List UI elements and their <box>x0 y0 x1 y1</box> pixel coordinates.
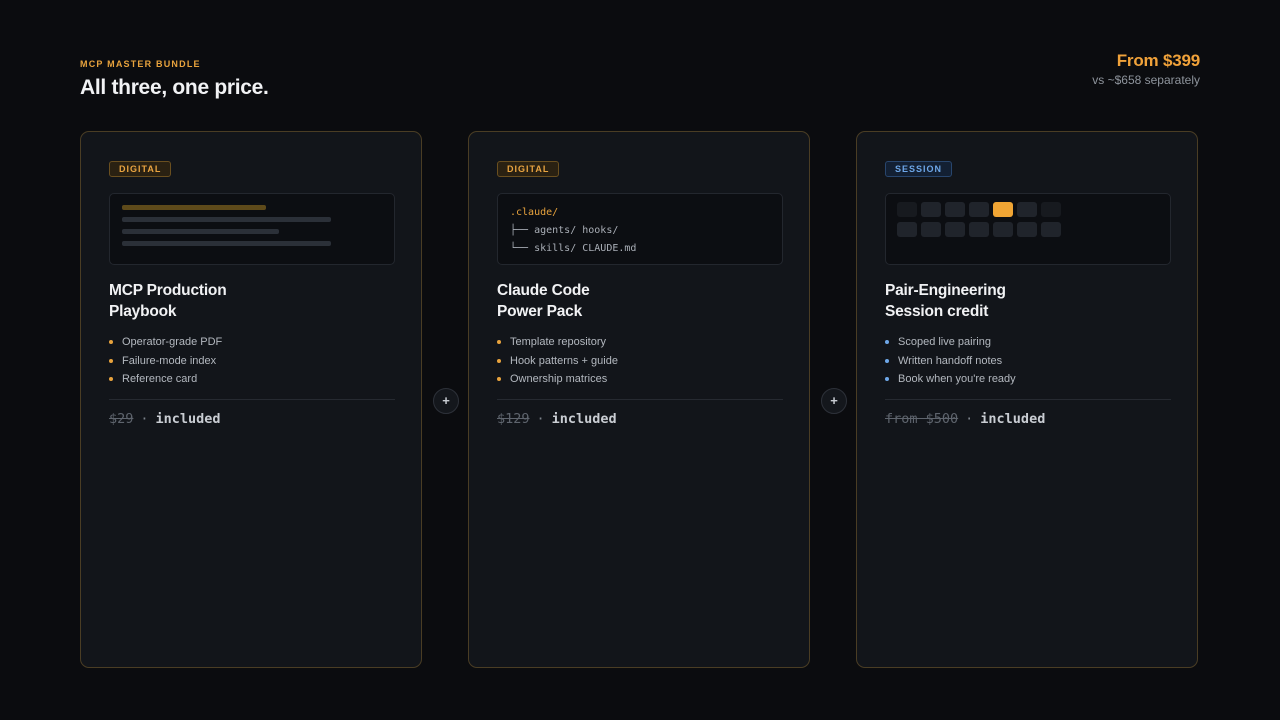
feature-label: Reference card <box>122 373 198 385</box>
bundle-price-block: From $399 vs ~$658 separately <box>1092 51 1200 87</box>
feature-label: Scoped live pairing <box>898 336 991 348</box>
calendar-slot <box>921 202 941 217</box>
calendar-slot <box>921 222 941 237</box>
feature-label: Ownership matrices <box>510 373 608 385</box>
preview-text-line <box>122 241 331 246</box>
feature-label: Failure-mode index <box>122 354 217 367</box>
plus-icon: + <box>821 388 847 414</box>
file-tree-line: ├── agents/ hooks/ <box>510 225 619 236</box>
list-item: Template repository <box>497 333 618 352</box>
original-price: from $500 <box>885 411 959 427</box>
calendar-slot-selected <box>993 202 1013 217</box>
bullet-dot-icon <box>885 340 889 344</box>
feature-label: Book when you're ready <box>898 373 1016 385</box>
file-tree-line: └── skills/ CLAUDE.md <box>510 243 637 254</box>
calendar-slot <box>969 222 989 237</box>
calendar-slot <box>897 202 917 217</box>
product-price: from $500 · included <box>885 411 1045 427</box>
product-title-line: Pair-Engineering <box>885 282 1006 299</box>
bundle-price: From $399 <box>1116 51 1200 70</box>
included-label: included <box>980 411 1046 427</box>
calendar-slot <box>945 222 965 237</box>
price-separator: · <box>965 411 974 427</box>
calendar-slot <box>945 202 965 217</box>
preview-text-line <box>122 229 279 234</box>
product-title: Pair-Engineering Session credit <box>885 280 1006 322</box>
code-preview: .claude/ ├── agents/ hooks/ └── skills/ CL… <box>497 193 783 265</box>
list-item: Written handoff notes <box>885 352 1016 371</box>
product-type-badge: DIGITAL <box>497 161 560 177</box>
calendar-slot <box>1017 202 1037 217</box>
bullet-dot-icon <box>885 377 889 381</box>
product-title-line: Playbook <box>109 303 177 320</box>
file-tree: .claude/ ├── agents/ hooks/ └── skills/ CL… <box>510 204 636 258</box>
feature-list: Operator-grade PDF Failure-mode index Re… <box>109 333 222 389</box>
product-title-line: Session credit <box>885 303 989 320</box>
feature-list: Scoped live pairing Written handoff note… <box>885 333 1016 389</box>
plus-icon: + <box>433 388 459 414</box>
bullet-dot-icon <box>497 340 501 344</box>
feature-label: Operator-grade PDF <box>122 336 223 348</box>
product-title-line: Power Pack <box>497 303 583 320</box>
product-card-playbook[interactable]: DIGITAL MCP Production Playbook Operator… <box>80 131 422 668</box>
calendar-preview <box>885 193 1171 265</box>
calendar-slot <box>1017 222 1037 237</box>
calendar-slot <box>897 222 917 237</box>
price-separator: · <box>140 411 149 427</box>
list-item: Book when you're ready <box>885 370 1016 389</box>
page-title: All three, one price. <box>80 76 269 99</box>
product-title-line: Claude Code <box>497 282 590 299</box>
list-item: Ownership matrices <box>497 370 618 389</box>
calendar-slot <box>969 202 989 217</box>
list-item: Operator-grade PDF <box>109 333 222 352</box>
card-divider <box>885 399 1171 400</box>
bundle-compare-price: vs ~$658 separately <box>1092 73 1200 87</box>
document-preview <box>109 193 395 265</box>
bullet-dot-icon <box>497 377 501 381</box>
feature-label: Hook patterns + guide <box>510 354 618 367</box>
product-type-badge: SESSION <box>885 161 953 177</box>
file-tree-root: .claude/ <box>510 207 559 218</box>
feature-label: Written handoff notes <box>898 354 1003 367</box>
bullet-dot-icon <box>109 377 113 381</box>
feature-label: Template repository <box>510 336 606 348</box>
product-title: Claude Code Power Pack <box>497 280 590 322</box>
list-item: Reference card <box>109 370 222 389</box>
product-card-session[interactable]: SESSION Pair-Engineering Session credit … <box>856 131 1198 668</box>
preview-heading-line <box>122 205 266 210</box>
bullet-dot-icon <box>885 358 889 363</box>
original-price: $29 <box>109 411 134 427</box>
price-separator: · <box>536 411 545 427</box>
product-title-line: MCP Production <box>109 282 227 299</box>
bundle-eyebrow: MCP MASTER BUNDLE <box>80 59 201 69</box>
calendar-slot <box>1041 222 1061 237</box>
product-price: $129 · included <box>497 411 617 427</box>
bullet-dot-icon <box>109 340 113 344</box>
product-card-power-pack[interactable]: DIGITAL .claude/ ├── agents/ hooks/ └── sk… <box>468 131 810 668</box>
list-item: Failure-mode index <box>109 352 222 371</box>
included-label: included <box>551 411 617 427</box>
bundle-page: MCP MASTER BUNDLE All three, one price. … <box>0 0 1280 720</box>
bullet-dot-icon <box>497 358 501 363</box>
included-label: included <box>155 411 221 427</box>
original-price: $129 <box>497 411 530 427</box>
list-item: Scoped live pairing <box>885 333 1016 352</box>
calendar-slot <box>1041 202 1061 217</box>
feature-list: Template repository Hook patterns + guid… <box>497 333 618 389</box>
product-price: $29 · included <box>109 411 221 427</box>
preview-text-line <box>122 217 331 222</box>
bullet-dot-icon <box>109 358 113 363</box>
card-divider <box>109 399 395 400</box>
calendar-slot <box>993 222 1013 237</box>
product-type-badge: DIGITAL <box>109 161 172 177</box>
card-divider <box>497 399 783 400</box>
product-title: MCP Production Playbook <box>109 280 227 322</box>
list-item: Hook patterns + guide <box>497 352 618 371</box>
